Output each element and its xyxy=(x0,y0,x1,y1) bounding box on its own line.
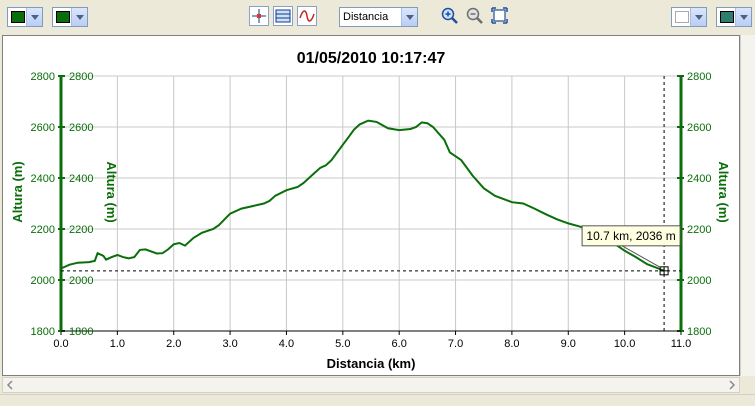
y-tick-label-right: 2600 xyxy=(687,122,711,134)
y-tick-label-left: 2600 xyxy=(31,122,55,134)
chevron-down-icon[interactable] xyxy=(735,8,751,26)
chart-panel[interactable]: 01/05/2010 10:17:47 Distancia (km) Altur… xyxy=(2,35,740,376)
y-tick-label-inner: 1800 xyxy=(69,326,93,338)
cursor-tooltip-text: 10.7 km, 2036 m xyxy=(586,229,675,243)
y-tick-label-right: 2400 xyxy=(687,173,711,185)
toolbar: Distancia xyxy=(0,0,755,34)
y-tick-label-inner: 2400 xyxy=(69,173,93,185)
zoom-fit-icon[interactable] xyxy=(490,6,510,26)
scroll-left-icon[interactable] xyxy=(4,378,16,392)
y-tick-label-left: 2400 xyxy=(31,173,55,185)
right-combo-2-swatch xyxy=(720,11,734,23)
chart-title: 01/05/2010 10:17:47 xyxy=(297,50,446,67)
y-tick-label-left: 2800 xyxy=(31,71,55,83)
right-combo-1[interactable] xyxy=(671,7,707,27)
y-axis-label-left-inner: Altura (m) xyxy=(104,161,119,222)
x-tick-label: 7.0 xyxy=(448,338,463,350)
axis-select[interactable]: Distancia xyxy=(339,7,418,27)
smooth-curve-button[interactable] xyxy=(297,6,317,26)
crosshair-button[interactable] xyxy=(249,6,269,26)
right-combo-2[interactable] xyxy=(716,7,752,27)
x-tick-label: 5.0 xyxy=(335,338,350,350)
x-tick-label: 10.0 xyxy=(614,338,635,350)
x-tick-labels: 0.0 1.0 2.0 3.0 4.0 5.0 6.0 7.0 8.0 9.0 10.0 11.0 xyxy=(53,338,691,350)
x-tick-label: 9.0 xyxy=(561,338,576,350)
x-axis-label: Distancia (km) xyxy=(327,356,416,371)
x-tick-label: 0.0 xyxy=(53,338,68,350)
scroll-right-icon[interactable] xyxy=(726,378,738,392)
vertical-scrollbar[interactable] xyxy=(740,35,755,376)
y-tick-label-left: 1800 xyxy=(31,326,55,338)
elevation-chart[interactable]: 01/05/2010 10:17:47 Distancia (km) Altur… xyxy=(3,36,739,375)
zoom-out-icon[interactable] xyxy=(465,6,485,26)
y-tick-label-inner: 2600 xyxy=(69,122,93,134)
horizontal-scrollbar[interactable] xyxy=(2,377,740,393)
zoom-in-icon[interactable] xyxy=(440,6,460,26)
y-axis-label-right: Altura (m) xyxy=(716,161,731,222)
chevron-down-icon[interactable] xyxy=(690,8,706,26)
chevron-down-icon[interactable] xyxy=(401,8,417,26)
fill-color-swatch xyxy=(56,11,70,23)
grid-lines-icon xyxy=(275,9,291,23)
y-tick-label-left: 2200 xyxy=(31,224,55,236)
line-color-combo[interactable] xyxy=(7,7,43,27)
y-axis-label-left: Altura (m) xyxy=(10,161,25,222)
y-tick-label-inner: 2800 xyxy=(69,71,93,83)
x-tick-label: 1.0 xyxy=(110,338,125,350)
status-bar xyxy=(0,394,755,406)
grid-lines xyxy=(60,75,682,332)
chevron-down-icon[interactable] xyxy=(26,8,42,26)
axis-select-value: Distancia xyxy=(343,11,389,23)
grid-lines-button[interactable] xyxy=(273,6,293,26)
smooth-curve-icon xyxy=(299,10,315,22)
y-tick-label-right: 2200 xyxy=(687,224,711,236)
y-tick-label-right: 2800 xyxy=(687,71,711,83)
x-tick-label: 4.0 xyxy=(279,338,294,350)
scrollbar-corner xyxy=(740,377,755,393)
x-tick-label: 2.0 xyxy=(166,338,181,350)
y-tick-label-left: 2000 xyxy=(31,275,55,287)
line-color-swatch xyxy=(11,11,25,23)
y-tick-label-inner: 2000 xyxy=(69,275,93,287)
fill-color-combo[interactable] xyxy=(52,7,88,27)
plot-area xyxy=(60,75,682,332)
x-tick-label: 8.0 xyxy=(504,338,519,350)
y-tick-label-right: 2000 xyxy=(687,275,711,287)
right-combo-1-swatch xyxy=(675,11,689,23)
y-tick-label-inner: 2200 xyxy=(69,224,93,236)
x-tick-label: 3.0 xyxy=(222,338,237,350)
crosshair-icon xyxy=(252,9,266,23)
y-tick-label-right: 1800 xyxy=(687,326,711,338)
chevron-down-icon[interactable] xyxy=(71,8,87,26)
x-tick-label: 11.0 xyxy=(671,338,692,350)
x-tick-label: 6.0 xyxy=(392,338,407,350)
